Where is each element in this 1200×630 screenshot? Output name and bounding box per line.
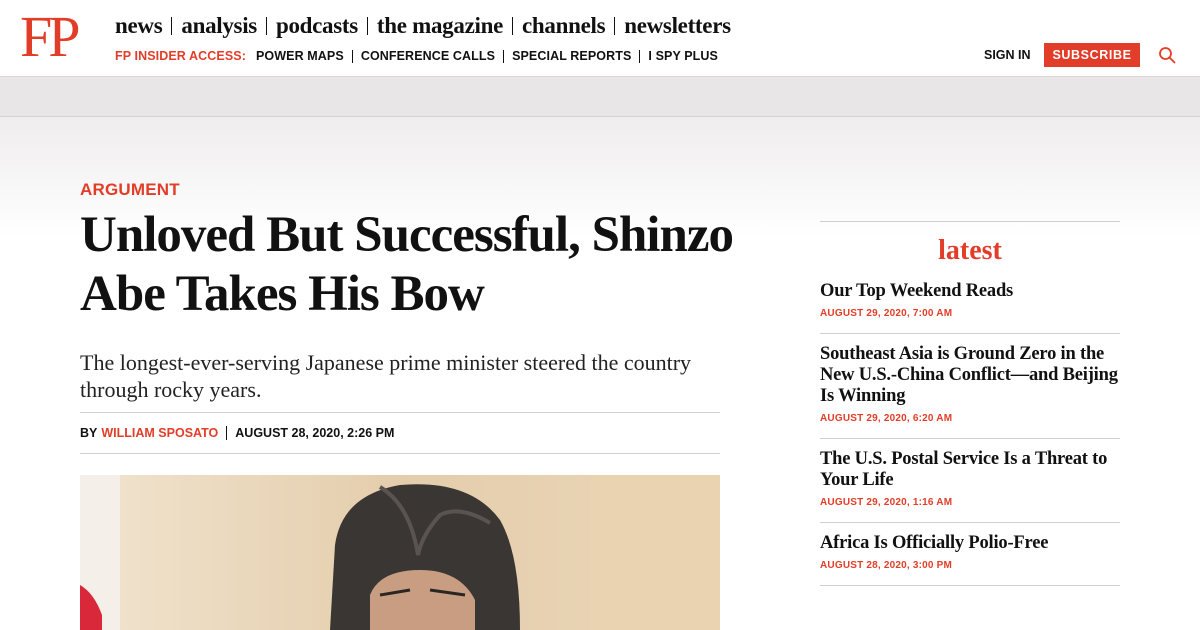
insider-access-label: FP INSIDER ACCESS: bbox=[115, 49, 246, 63]
latest-item[interactable]: Our Top Weekend Reads AUGUST 29, 2020, 7… bbox=[820, 281, 1120, 334]
author-link[interactable]: WILLIAM SPOSATO bbox=[101, 426, 218, 440]
nav-divider bbox=[503, 49, 505, 63]
main-nav: news analysis podcasts the magazine chan… bbox=[115, 13, 731, 39]
site-header: FP news analysis podcasts the magazine c… bbox=[0, 0, 1200, 77]
nav-divider bbox=[511, 17, 513, 35]
insider-nav: FP INSIDER ACCESS: POWER MAPS CONFERENCE… bbox=[115, 49, 718, 63]
latest-item-title[interactable]: The U.S. Postal Service Is a Threat to Y… bbox=[820, 449, 1120, 491]
latest-item-date: AUGUST 29, 2020, 7:00 AM bbox=[820, 308, 953, 319]
nav-divider bbox=[366, 17, 368, 35]
article-kicker[interactable]: ARGUMENT bbox=[80, 180, 180, 200]
nav-divider bbox=[351, 49, 353, 63]
nav-news[interactable]: news bbox=[115, 13, 163, 39]
subscribe-button[interactable]: SUBSCRIBE bbox=[1044, 43, 1140, 67]
insider-link-special-reports[interactable]: SPECIAL REPORTS bbox=[512, 49, 631, 63]
insider-link-conference-calls[interactable]: CONFERENCE CALLS bbox=[361, 49, 495, 63]
fp-logo[interactable]: FP bbox=[20, 8, 80, 66]
latest-item-date: AUGUST 28, 2020, 3:00 PM bbox=[820, 560, 953, 571]
article-photo bbox=[80, 475, 720, 630]
nav-podcasts[interactable]: podcasts bbox=[276, 13, 358, 39]
nav-newsletters[interactable]: newsletters bbox=[624, 13, 731, 39]
article-dek: The longest-ever-serving Japanese prime … bbox=[80, 350, 692, 402]
latest-item-date: AUGUST 29, 2020, 1:16 AM bbox=[820, 497, 953, 508]
ad-band bbox=[0, 77, 1200, 117]
byline-divider bbox=[226, 426, 228, 440]
insider-link-i-spy-plus[interactable]: I SPY PLUS bbox=[648, 49, 718, 63]
insider-link-power-maps[interactable]: POWER MAPS bbox=[256, 49, 344, 63]
nav-divider bbox=[639, 49, 641, 63]
latest-item-title[interactable]: Our Top Weekend Reads bbox=[820, 281, 1120, 302]
sign-in-link[interactable]: SIGN IN bbox=[984, 48, 1031, 62]
byline-prefix: BY bbox=[80, 426, 98, 440]
search-icon[interactable] bbox=[1158, 46, 1176, 64]
publish-date: AUGUST 28, 2020, 2:26 PM bbox=[235, 426, 395, 440]
latest-item[interactable]: The U.S. Postal Service Is a Threat to Y… bbox=[820, 439, 1120, 523]
latest-item-date: AUGUST 29, 2020, 6:20 AM bbox=[820, 413, 953, 424]
nav-divider bbox=[265, 17, 267, 35]
latest-item[interactable]: Southeast Asia is Ground Zero in the New… bbox=[820, 334, 1120, 439]
latest-item-title[interactable]: Southeast Asia is Ground Zero in the New… bbox=[820, 344, 1120, 407]
latest-item[interactable]: Africa Is Officially Polio-Free AUGUST 2… bbox=[820, 523, 1120, 586]
article-headline: Unloved But Successful, Shinzo Abe Takes… bbox=[80, 207, 734, 322]
nav-channels[interactable]: channels bbox=[522, 13, 606, 39]
byline: BY WILLIAM SPOSATO AUGUST 28, 2020, 2:26… bbox=[80, 412, 720, 454]
article-photo-illustration bbox=[80, 475, 720, 630]
latest-item-title[interactable]: Africa Is Officially Polio-Free bbox=[820, 533, 1120, 554]
latest-sidebar: latest Our Top Weekend Reads AUGUST 29, … bbox=[820, 221, 1120, 586]
nav-divider bbox=[614, 17, 616, 35]
latest-title: latest bbox=[938, 235, 1002, 266]
nav-the-magazine[interactable]: the magazine bbox=[377, 13, 503, 39]
nav-divider bbox=[171, 17, 173, 35]
nav-analysis[interactable]: analysis bbox=[181, 13, 257, 39]
